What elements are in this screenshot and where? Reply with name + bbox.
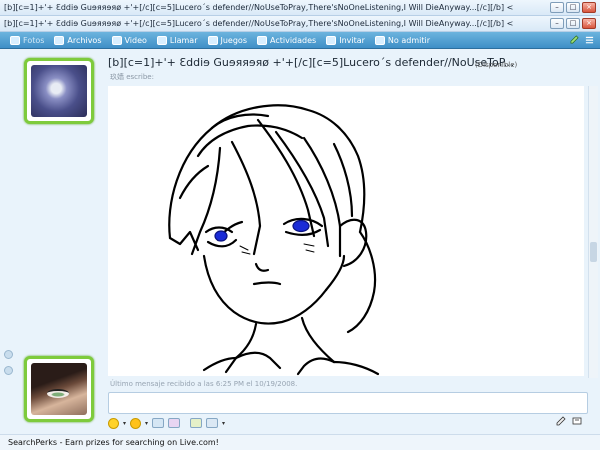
emoticon-icon[interactable] bbox=[108, 417, 119, 429]
close-button-secondary[interactable]: × bbox=[582, 18, 596, 29]
toolbar-right-tools bbox=[570, 35, 594, 44]
title-bar: [b][c=1]+'+ Ɛddiɘ Guɘяяɘяø +'+[/c][c=5]L… bbox=[0, 0, 600, 16]
menu-icon[interactable] bbox=[585, 35, 594, 44]
background-dropdown-icon[interactable]: ▾ bbox=[222, 420, 225, 427]
input-toolbar: ▾ ▾ ▾ bbox=[108, 416, 588, 430]
ink-drawing-message bbox=[108, 86, 584, 376]
toolbar-files[interactable]: Archivos bbox=[54, 35, 102, 45]
message-input[interactable] bbox=[108, 392, 588, 414]
toolbar-video-label: Video bbox=[124, 35, 147, 45]
contact-status: (Disponible) bbox=[475, 61, 518, 69]
maximize-button[interactable]: □ bbox=[566, 2, 580, 13]
conversation-toolbar: Fotos Archivos Video Llamar Juegos Activ… bbox=[0, 32, 600, 49]
video-icon bbox=[111, 35, 122, 45]
scrollbar-thumb[interactable] bbox=[590, 242, 597, 262]
invite-icon bbox=[326, 35, 337, 45]
pencil-icon[interactable] bbox=[570, 35, 579, 44]
phone-icon bbox=[156, 35, 167, 45]
text-mode-icon[interactable] bbox=[572, 416, 582, 428]
status-bar[interactable]: SearchPerks - Earn prizes for searching … bbox=[0, 434, 600, 450]
window-controls: – □ × bbox=[550, 2, 596, 13]
toolbar-games[interactable]: Juegos bbox=[207, 35, 248, 45]
emoticon-dropdown-icon[interactable]: ▾ bbox=[123, 420, 126, 427]
toolbar-photos-label: Fotos bbox=[23, 35, 45, 45]
title-bar-secondary: [b][c=1]+'+ Ɛddiɘ Guɘяяɘяø +'+[/c][c=5]L… bbox=[0, 16, 600, 32]
last-message-info: Último mensaje recibido a las 6:25 PM el… bbox=[110, 380, 298, 388]
toolbar-activities-label: Actividades bbox=[270, 35, 317, 45]
contact-avatar-image bbox=[31, 65, 87, 117]
toolbar-video[interactable]: Video bbox=[111, 35, 147, 45]
activities-icon bbox=[257, 35, 267, 45]
toolbar-block-label: No admitir bbox=[387, 35, 430, 45]
toolbar-invite[interactable]: Invitar bbox=[326, 35, 365, 45]
maximize-button-secondary[interactable]: □ bbox=[566, 18, 580, 29]
toolbar-files-label: Archivos bbox=[67, 35, 102, 45]
window-title-secondary: [b][c=1]+'+ Ɛddiɘ Guɘяяɘяø +'+[/c][c=5]L… bbox=[4, 19, 514, 28]
window-title: [b][c=1]+'+ Ɛddiɘ Guɘяяɘяø +'+[/c][c=5]L… bbox=[4, 3, 514, 12]
toolbar-photos[interactable]: Fotos bbox=[10, 35, 45, 45]
avatar-eye bbox=[47, 389, 69, 398]
collapse-up-icon[interactable] bbox=[4, 350, 13, 359]
user-avatar[interactable] bbox=[24, 356, 94, 422]
minimize-button[interactable]: – bbox=[550, 2, 564, 13]
input-right-tools bbox=[556, 416, 582, 428]
writing-indicator: 玖嫱 escribe: bbox=[110, 73, 154, 81]
wink-dropdown-icon[interactable]: ▾ bbox=[145, 420, 148, 427]
photo-icon bbox=[10, 35, 20, 45]
font-icon[interactable] bbox=[190, 418, 203, 428]
minimize-button-secondary[interactable]: – bbox=[550, 18, 564, 29]
toolbar-games-label: Juegos bbox=[220, 35, 248, 45]
background-icon[interactable] bbox=[206, 418, 219, 428]
voice-clip-icon[interactable] bbox=[168, 418, 181, 428]
folder-icon bbox=[54, 35, 65, 45]
toolbar-block[interactable]: No admitir bbox=[374, 35, 430, 45]
toolbar-call-label: Llamar bbox=[169, 35, 198, 45]
nudge-icon[interactable] bbox=[152, 418, 165, 428]
user-avatar-image bbox=[31, 363, 87, 415]
games-icon bbox=[207, 35, 218, 45]
toolbar-invite-label: Invitar bbox=[339, 35, 365, 45]
handwriting-pen-icon[interactable] bbox=[556, 416, 566, 428]
wink-icon[interactable] bbox=[130, 417, 142, 429]
contact-avatar[interactable] bbox=[24, 58, 94, 124]
close-button[interactable]: × bbox=[582, 2, 596, 13]
window-controls-secondary: – □ × bbox=[550, 18, 596, 29]
contact-name: [b][c=1]+'+ Ɛddiɘ Guɘяяɘяø +'+[/c][c=5]L… bbox=[108, 56, 515, 69]
toolbar-call[interactable]: Llamar bbox=[156, 35, 198, 45]
collapse-down-icon[interactable] bbox=[4, 366, 13, 375]
conversation-scrollbar[interactable] bbox=[588, 86, 598, 378]
block-icon bbox=[374, 35, 385, 45]
toolbar-activities[interactable]: Actividades bbox=[257, 35, 317, 45]
ink-drawing bbox=[168, 104, 380, 376]
